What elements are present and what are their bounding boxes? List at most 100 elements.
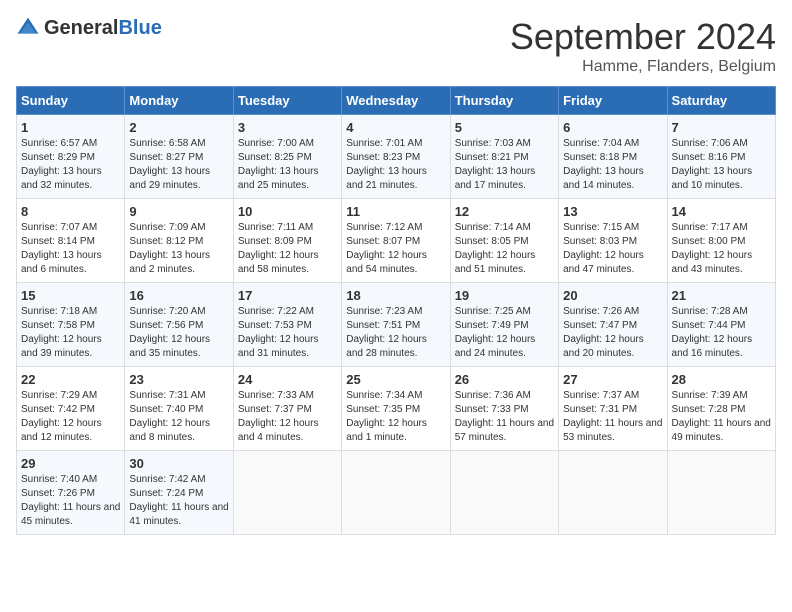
table-row: 25 Sunrise: 7:34 AMSunset: 7:35 PMDayligh… bbox=[342, 367, 450, 451]
day-number: 13 bbox=[563, 204, 662, 219]
logo-icon bbox=[16, 16, 40, 40]
table-row: 15 Sunrise: 7:18 AMSunset: 7:58 PMDayligh… bbox=[17, 283, 125, 367]
day-info: Sunrise: 7:12 AMSunset: 8:07 PMDaylight:… bbox=[346, 221, 445, 277]
day-info: Sunrise: 7:00 AMSunset: 8:25 PMDaylight:… bbox=[238, 137, 337, 193]
day-info: Sunrise: 7:39 AMSunset: 7:28 PMDaylight:… bbox=[672, 389, 771, 445]
day-number: 2 bbox=[129, 120, 228, 135]
day-number: 21 bbox=[672, 288, 771, 303]
day-number: 8 bbox=[21, 204, 120, 219]
day-info: Sunrise: 7:04 AMSunset: 8:18 PMDaylight:… bbox=[563, 137, 662, 193]
table-row: 13 Sunrise: 7:15 AMSunset: 8:03 PMDayligh… bbox=[559, 199, 667, 283]
day-info: Sunrise: 7:26 AMSunset: 7:47 PMDaylight:… bbox=[563, 305, 662, 361]
day-number: 17 bbox=[238, 288, 337, 303]
table-row: 8 Sunrise: 7:07 AMSunset: 8:14 PMDaylight… bbox=[17, 199, 125, 283]
day-info: Sunrise: 7:34 AMSunset: 7:35 PMDaylight:… bbox=[346, 389, 445, 445]
day-info: Sunrise: 7:17 AMSunset: 8:00 PMDaylight:… bbox=[672, 221, 771, 277]
title-area: September 2024 Hamme, Flanders, Belgium bbox=[510, 16, 776, 76]
table-row: 11Sunrise: 7:12 AMSunset: 8:07 PMDayligh… bbox=[342, 199, 450, 283]
day-info: Sunrise: 7:23 AMSunset: 7:51 PMDaylight:… bbox=[346, 305, 445, 361]
table-row: 1 Sunrise: 6:57 AMSunset: 8:29 PMDaylight… bbox=[17, 115, 125, 199]
header: GeneralBlue September 2024 Hamme, Flande… bbox=[16, 16, 776, 76]
day-info: Sunrise: 7:07 AMSunset: 8:14 PMDaylight:… bbox=[21, 221, 120, 277]
table-row: 5 Sunrise: 7:03 AMSunset: 8:21 PMDaylight… bbox=[450, 115, 558, 199]
day-number: 15 bbox=[21, 288, 120, 303]
day-info: Sunrise: 7:03 AMSunset: 8:21 PMDaylight:… bbox=[455, 137, 554, 193]
day-number: 18 bbox=[346, 288, 445, 303]
day-number: 14 bbox=[672, 204, 771, 219]
day-number: 23 bbox=[129, 372, 228, 387]
day-number: 3 bbox=[238, 120, 337, 135]
day-info: Sunrise: 7:25 AMSunset: 7:49 PMDaylight:… bbox=[455, 305, 554, 361]
header-saturday: Saturday bbox=[667, 87, 775, 115]
day-info: Sunrise: 7:09 AMSunset: 8:12 PMDaylight:… bbox=[129, 221, 228, 277]
calendar-week-row: 1 Sunrise: 6:57 AMSunset: 8:29 PMDaylight… bbox=[17, 115, 776, 199]
day-number: 20 bbox=[563, 288, 662, 303]
calendar-header-row: Sunday Monday Tuesday Wednesday Thursday… bbox=[17, 87, 776, 115]
header-tuesday: Tuesday bbox=[233, 87, 341, 115]
calendar-week-row: 8 Sunrise: 7:07 AMSunset: 8:14 PMDaylight… bbox=[17, 199, 776, 283]
table-row: 6 Sunrise: 7:04 AMSunset: 8:18 PMDaylight… bbox=[559, 115, 667, 199]
day-number: 6 bbox=[563, 120, 662, 135]
table-row: 28 Sunrise: 7:39 AMSunset: 7:28 PMDayligh… bbox=[667, 367, 775, 451]
day-number: 10 bbox=[238, 204, 337, 219]
day-info: Sunrise: 7:22 AMSunset: 7:53 PMDaylight:… bbox=[238, 305, 337, 361]
table-row: 3 Sunrise: 7:00 AMSunset: 8:25 PMDaylight… bbox=[233, 115, 341, 199]
day-number: 28 bbox=[672, 372, 771, 387]
day-info: Sunrise: 6:58 AMSunset: 8:27 PMDaylight:… bbox=[129, 137, 228, 193]
day-info: Sunrise: 7:40 AMSunset: 7:26 PMDaylight:… bbox=[21, 473, 120, 529]
day-info: Sunrise: 7:33 AMSunset: 7:37 PMDaylight:… bbox=[238, 389, 337, 445]
table-row: 2 Sunrise: 6:58 AMSunset: 8:27 PMDaylight… bbox=[125, 115, 233, 199]
table-row: 10 Sunrise: 7:11 AMSunset: 8:09 PMDayligh… bbox=[233, 199, 341, 283]
table-row bbox=[342, 451, 450, 535]
day-number: 22 bbox=[21, 372, 120, 387]
day-number: 24 bbox=[238, 372, 337, 387]
day-number: 27 bbox=[563, 372, 662, 387]
day-info: Sunrise: 7:06 AMSunset: 8:16 PMDaylight:… bbox=[672, 137, 771, 193]
day-info: Sunrise: 7:42 AMSunset: 7:24 PMDaylight:… bbox=[129, 473, 228, 529]
table-row: 19 Sunrise: 7:25 AMSunset: 7:49 PMDayligh… bbox=[450, 283, 558, 367]
table-row: 22 Sunrise: 7:29 AMSunset: 7:42 PMDayligh… bbox=[17, 367, 125, 451]
table-row: 16 Sunrise: 7:20 AMSunset: 7:56 PMDayligh… bbox=[125, 283, 233, 367]
header-friday: Friday bbox=[559, 87, 667, 115]
month-title: September 2024 bbox=[510, 16, 776, 58]
day-info: Sunrise: 7:29 AMSunset: 7:42 PMDaylight:… bbox=[21, 389, 120, 445]
calendar-table: Sunday Monday Tuesday Wednesday Thursday… bbox=[16, 86, 776, 535]
logo: GeneralBlue bbox=[16, 16, 162, 40]
day-info: Sunrise: 7:37 AMSunset: 7:31 PMDaylight:… bbox=[563, 389, 662, 445]
day-number: 25 bbox=[346, 372, 445, 387]
day-number: 5 bbox=[455, 120, 554, 135]
table-row: 29 Sunrise: 7:40 AMSunset: 7:26 PMDayligh… bbox=[17, 451, 125, 535]
header-thursday: Thursday bbox=[450, 87, 558, 115]
location-title: Hamme, Flanders, Belgium bbox=[510, 58, 776, 76]
day-number: 1 bbox=[21, 120, 120, 135]
table-row: 4Sunrise: 7:01 AMSunset: 8:23 PMDaylight… bbox=[342, 115, 450, 199]
day-number: 12 bbox=[455, 204, 554, 219]
day-info: Sunrise: 7:11 AMSunset: 8:09 PMDaylight:… bbox=[238, 221, 337, 277]
day-number: 19 bbox=[455, 288, 554, 303]
day-number: 16 bbox=[129, 288, 228, 303]
day-number: 29 bbox=[21, 456, 120, 471]
day-info: Sunrise: 7:18 AMSunset: 7:58 PMDaylight:… bbox=[21, 305, 120, 361]
day-info: Sunrise: 7:14 AMSunset: 8:05 PMDaylight:… bbox=[455, 221, 554, 277]
table-row: 21 Sunrise: 7:28 AMSunset: 7:44 PMDayligh… bbox=[667, 283, 775, 367]
table-row bbox=[667, 451, 775, 535]
day-info: Sunrise: 7:20 AMSunset: 7:56 PMDaylight:… bbox=[129, 305, 228, 361]
day-info: Sunrise: 6:57 AMSunset: 8:29 PMDaylight:… bbox=[21, 137, 120, 193]
day-info: Sunrise: 7:28 AMSunset: 7:44 PMDaylight:… bbox=[672, 305, 771, 361]
day-info: Sunrise: 7:31 AMSunset: 7:40 PMDaylight:… bbox=[129, 389, 228, 445]
table-row: 27 Sunrise: 7:37 AMSunset: 7:31 PMDayligh… bbox=[559, 367, 667, 451]
table-row: 12 Sunrise: 7:14 AMSunset: 8:05 PMDayligh… bbox=[450, 199, 558, 283]
table-row: 24 Sunrise: 7:33 AMSunset: 7:37 PMDayligh… bbox=[233, 367, 341, 451]
header-sunday: Sunday bbox=[17, 87, 125, 115]
table-row: 18 Sunrise: 7:23 AMSunset: 7:51 PMDayligh… bbox=[342, 283, 450, 367]
table-row bbox=[559, 451, 667, 535]
table-row bbox=[233, 451, 341, 535]
table-row: 26 Sunrise: 7:36 AMSunset: 7:33 PMDayligh… bbox=[450, 367, 558, 451]
table-row: 23 Sunrise: 7:31 AMSunset: 7:40 PMDayligh… bbox=[125, 367, 233, 451]
day-info: Sunrise: 7:15 AMSunset: 8:03 PMDaylight:… bbox=[563, 221, 662, 277]
day-info: Sunrise: 7:36 AMSunset: 7:33 PMDaylight:… bbox=[455, 389, 554, 445]
header-monday: Monday bbox=[125, 87, 233, 115]
day-number: 9 bbox=[129, 204, 228, 219]
day-number: 26 bbox=[455, 372, 554, 387]
table-row: 9 Sunrise: 7:09 AMSunset: 8:12 PMDaylight… bbox=[125, 199, 233, 283]
